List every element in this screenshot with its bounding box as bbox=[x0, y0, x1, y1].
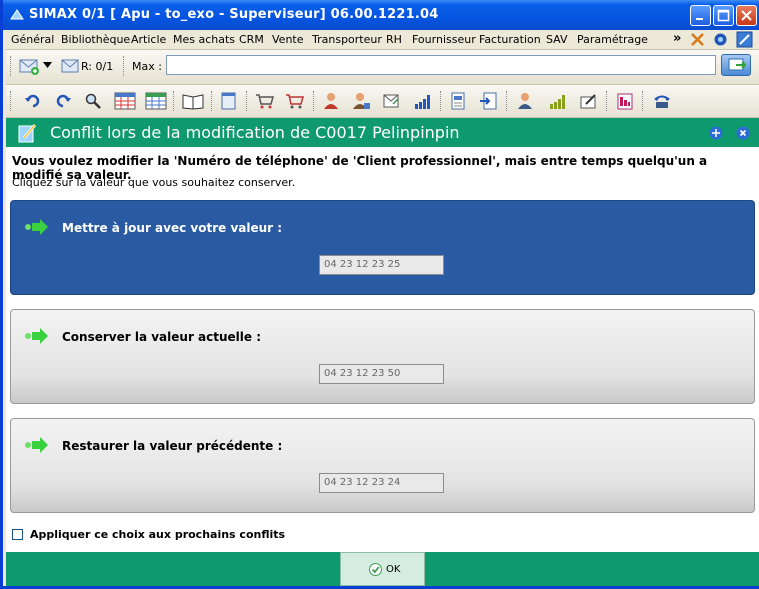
close-window-button[interactable] bbox=[736, 5, 757, 26]
option-keep-current-value[interactable]: Conserver la valeur actuelle : 04 23 12 … bbox=[10, 309, 755, 404]
option-value: 04 23 12 23 50 bbox=[319, 364, 444, 384]
minimize-icon bbox=[696, 18, 703, 20]
menu-overflow-chevron[interactable]: » bbox=[673, 31, 681, 46]
menu-vente[interactable]: Vente bbox=[272, 33, 304, 46]
mail-document-icon[interactable] bbox=[382, 92, 400, 110]
chart-window-icon[interactable] bbox=[736, 31, 753, 48]
minimize-button[interactable] bbox=[690, 5, 711, 26]
planning-grid-icon[interactable] bbox=[145, 92, 167, 110]
toolbar-grip bbox=[313, 91, 317, 111]
main-toolbar bbox=[6, 85, 759, 118]
apply-choice-checkbox[interactable] bbox=[12, 529, 23, 540]
redo-icon[interactable] bbox=[54, 92, 72, 110]
toolbar-grip bbox=[642, 91, 646, 111]
max-label: Max : bbox=[132, 60, 162, 73]
option-label: Conserver la valeur actuelle : bbox=[62, 330, 262, 344]
toolbar-grip bbox=[440, 91, 444, 111]
menu-bibliotheque[interactable]: Bibliothèque bbox=[61, 33, 130, 46]
arrow-right-icon bbox=[25, 219, 48, 235]
document-stack-icon[interactable] bbox=[220, 92, 238, 110]
toolbar-grip bbox=[10, 56, 14, 76]
menu-rh[interactable]: RH bbox=[386, 33, 402, 46]
option-value: 04 23 12 23 25 bbox=[319, 255, 444, 275]
toolbar-grip bbox=[173, 91, 177, 111]
window-title: SIMAX 0/1 [ Apu - to_exo - Superviseur] … bbox=[29, 7, 439, 22]
shopping-cart-icon[interactable] bbox=[255, 92, 275, 110]
conflict-edit-icon bbox=[18, 124, 37, 143]
ok-label: OK bbox=[386, 564, 401, 575]
invoice-export-icon[interactable] bbox=[479, 92, 497, 110]
menu-transporteur[interactable]: Transporteur bbox=[312, 33, 382, 46]
growth-chart-icon[interactable] bbox=[549, 92, 567, 110]
toolbar-grip bbox=[246, 91, 250, 111]
search-icon[interactable] bbox=[84, 92, 102, 110]
arrow-right-icon bbox=[25, 437, 48, 453]
user-add-icon[interactable] bbox=[352, 92, 370, 110]
simax-logo-icon bbox=[10, 9, 24, 20]
close-dialog-icon[interactable] bbox=[736, 126, 750, 140]
max-input[interactable] bbox=[166, 55, 716, 75]
dialog-header: Conflit lors de la modification de C0017… bbox=[6, 118, 759, 147]
option-update-with-your-value[interactable]: Mettre à jour avec votre valeur : 04 23 … bbox=[10, 200, 755, 295]
edit-note-icon[interactable] bbox=[580, 92, 598, 110]
help-info-icon[interactable] bbox=[709, 126, 723, 140]
send-button[interactable] bbox=[721, 54, 751, 76]
contact-user-icon[interactable] bbox=[516, 92, 534, 110]
undo-icon[interactable] bbox=[24, 92, 42, 110]
calendar-grid-icon[interactable] bbox=[114, 92, 136, 110]
option-label: Mettre à jour avec votre valeur : bbox=[62, 221, 283, 235]
menu-crm[interactable]: CRM bbox=[239, 33, 264, 46]
title-bar: SIMAX 0/1 [ Apu - to_exo - Superviseur] … bbox=[3, 0, 759, 30]
dialog-title: Conflit lors de la modification de C0017… bbox=[50, 123, 460, 142]
invoice-icon[interactable] bbox=[449, 92, 467, 110]
dialog-content: Vous voulez modifier la 'Numéro de télép… bbox=[6, 147, 759, 552]
book-icon[interactable] bbox=[182, 92, 204, 110]
menu-article[interactable]: Article bbox=[131, 33, 166, 46]
close-icon bbox=[741, 10, 752, 21]
apply-choice-label[interactable]: Appliquer ce choix aux prochains conflit… bbox=[30, 528, 285, 541]
option-label: Restaurer la valeur précédente : bbox=[62, 439, 283, 453]
dialog-footer: OK bbox=[6, 552, 759, 586]
menu-fournisseur[interactable]: Fournisseur bbox=[412, 33, 476, 46]
menu-mes-achats[interactable]: Mes achats bbox=[173, 33, 235, 46]
mail-toolbar: R: 0/1 Max : bbox=[6, 50, 759, 85]
mail-counter: R: 0/1 bbox=[81, 60, 114, 73]
telephone-icon[interactable] bbox=[652, 92, 672, 110]
new-mail-icon[interactable] bbox=[19, 58, 41, 76]
arrow-right-icon bbox=[25, 328, 48, 344]
application-window: SIMAX 0/1 [ Apu - to_exo - Superviseur] … bbox=[0, 0, 759, 589]
option-value: 04 23 12 23 24 bbox=[319, 473, 444, 493]
option-restore-previous-value[interactable]: Restaurer la valeur précédente : 04 23 1… bbox=[10, 418, 755, 513]
user-icon[interactable] bbox=[322, 92, 340, 110]
toolbar-grip bbox=[10, 91, 14, 111]
report-document-icon[interactable] bbox=[616, 92, 634, 110]
menu-facturation[interactable]: Facturation bbox=[479, 33, 541, 46]
check-circle-icon bbox=[369, 563, 382, 576]
send-mail-icon bbox=[728, 58, 746, 71]
toolbar-grip bbox=[606, 91, 610, 111]
menu-general[interactable]: Général bbox=[11, 33, 54, 46]
maximize-button[interactable] bbox=[713, 5, 734, 26]
menu-sav[interactable]: SAV bbox=[546, 33, 568, 46]
shopping-cart-red-icon[interactable] bbox=[285, 92, 305, 110]
toolbar-grip bbox=[211, 91, 215, 111]
inbox-mail-icon[interactable] bbox=[61, 59, 79, 73]
menu-bar: Général Bibliothèque Article Mes achats … bbox=[6, 30, 759, 50]
dropdown-arrow-icon[interactable] bbox=[43, 61, 52, 70]
tools-icon[interactable] bbox=[689, 31, 706, 48]
conflict-instruction: Cliquez sur la valeur que vous souhaitez… bbox=[12, 176, 296, 189]
toolbar-grip bbox=[123, 56, 127, 76]
toolbar-grip bbox=[506, 91, 510, 111]
maximize-icon bbox=[717, 9, 730, 22]
menu-parametrage[interactable]: Paramétrage bbox=[577, 33, 648, 46]
bar-chart-icon[interactable] bbox=[414, 92, 432, 110]
settings-gear-icon[interactable] bbox=[712, 31, 729, 48]
ok-button[interactable]: OK bbox=[340, 552, 425, 586]
